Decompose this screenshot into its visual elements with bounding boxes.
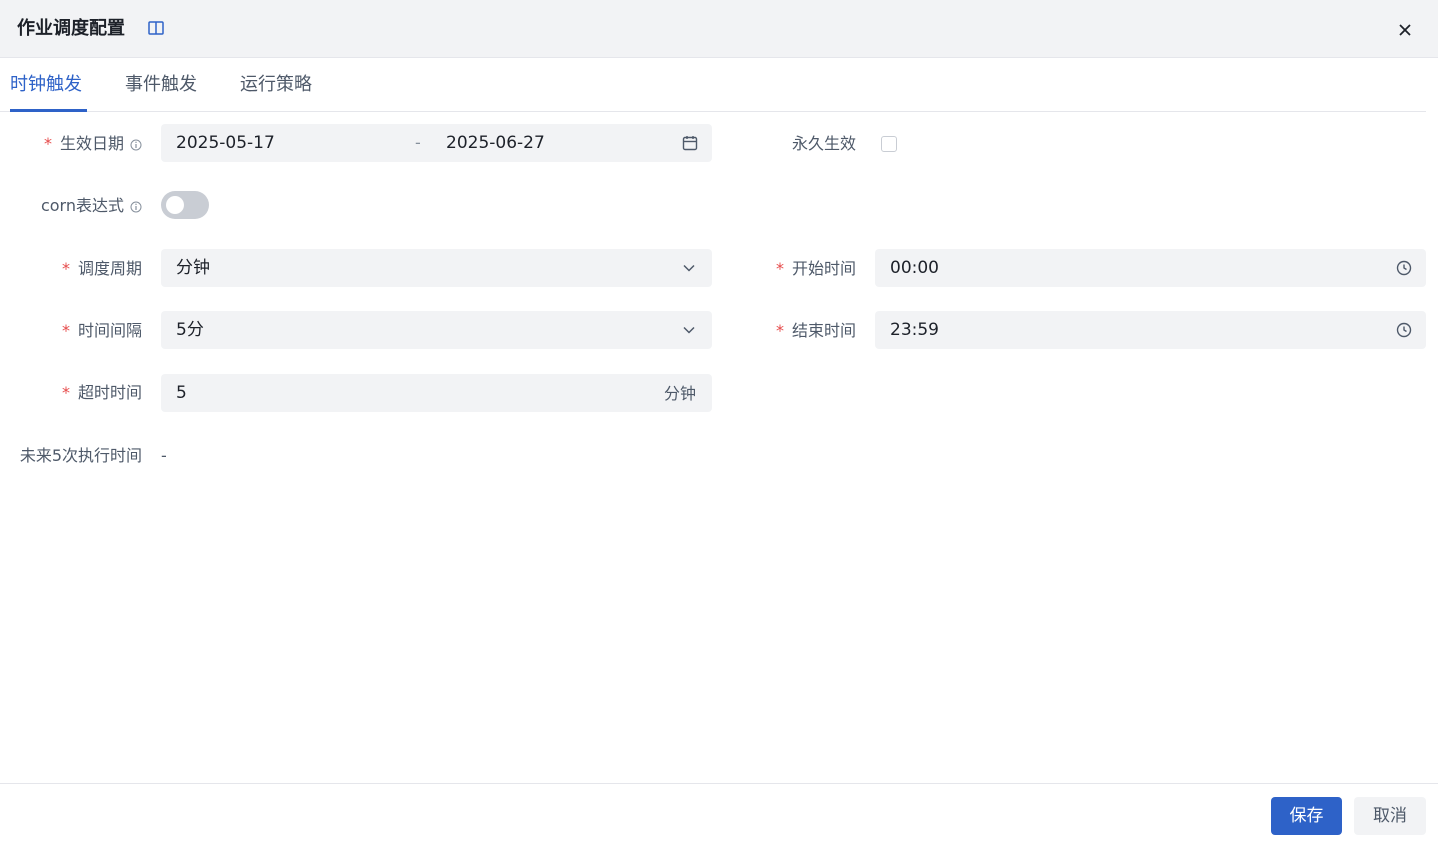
end-time-picker[interactable]: 23:59 (875, 311, 1426, 349)
tab-bar: 时钟触发 事件触发 运行策略 (0, 58, 1426, 112)
next-runs-value: - (161, 446, 167, 465)
cron-toggle[interactable] (161, 191, 209, 219)
timeout-input[interactable]: 5 分钟 (161, 374, 712, 412)
required-mark: * (61, 383, 70, 402)
calendar-icon[interactable] (681, 134, 699, 152)
tab-event-trigger[interactable]: 事件触发 (125, 73, 197, 97)
save-button[interactable]: 保存 (1271, 797, 1342, 835)
interval-label: * 时间间隔 (62, 320, 142, 342)
toggle-knob (166, 196, 184, 214)
start-time-value: 00:00 (890, 258, 939, 278)
close-icon[interactable] (1396, 21, 1414, 39)
end-time-value: 23:59 (890, 320, 939, 340)
start-date-value[interactable]: 2025-05-17 (176, 132, 275, 154)
clock-icon[interactable] (1395, 259, 1413, 277)
start-time-label-text: 开始时间 (791, 259, 856, 278)
effective-date-range-picker[interactable]: 2025-05-17 - 2025-06-27 (161, 124, 712, 162)
cycle-label-text: 调度周期 (77, 259, 142, 278)
required-mark: * (61, 259, 70, 278)
effective-date-label-text: 生效日期 (59, 134, 124, 153)
chevron-down-icon[interactable] (680, 321, 698, 339)
permanent-checkbox[interactable] (881, 136, 897, 152)
dialog-title: 作业调度配置 (17, 18, 125, 39)
dialog-footer: 保存 取消 (0, 783, 1438, 846)
timeout-value[interactable]: 5 (176, 382, 187, 404)
date-range-separator: - (415, 133, 421, 152)
clock-icon[interactable] (1395, 321, 1413, 339)
info-icon[interactable] (130, 201, 142, 213)
next-runs-label: 未来5次执行时间 (19, 446, 142, 465)
timeout-label-text: 超时时间 (77, 383, 142, 402)
end-time-label-text: 结束时间 (791, 321, 856, 340)
info-icon[interactable] (130, 139, 142, 151)
cycle-select-value: 分钟 (176, 258, 210, 278)
end-date-value[interactable]: 2025-06-27 (446, 132, 545, 154)
required-mark: * (61, 321, 70, 340)
start-time-picker[interactable]: 00:00 (875, 249, 1426, 287)
cancel-button[interactable]: 取消 (1354, 797, 1426, 835)
cron-label-text: corn表达式 (40, 196, 124, 215)
required-mark: * (43, 134, 52, 153)
effective-date-label: * 生效日期 (44, 133, 142, 155)
interval-label-text: 时间间隔 (77, 321, 142, 340)
required-mark: * (775, 259, 784, 278)
permanent-label: 永久生效 (791, 134, 856, 153)
book-icon[interactable] (147, 19, 165, 37)
interval-select[interactable]: 5分 (161, 311, 712, 349)
interval-select-value: 5分 (176, 320, 204, 340)
timeout-unit: 分钟 (663, 384, 696, 403)
tab-run-policy[interactable]: 运行策略 (240, 73, 312, 97)
schedule-config-dialog: 作业调度配置 时钟触发 事件触发 运行策略 * 生效日期 2025-05-17 -… (0, 0, 1438, 846)
start-time-label: * 开始时间 (776, 258, 856, 280)
cron-label: corn表达式 (41, 195, 142, 217)
required-mark: * (775, 321, 784, 340)
timeout-label: * 超时时间 (62, 382, 142, 404)
active-tab-indicator (10, 109, 87, 112)
cycle-label: * 调度周期 (62, 258, 142, 280)
chevron-down-icon[interactable] (680, 259, 698, 277)
end-time-label: * 结束时间 (776, 320, 856, 342)
cycle-select[interactable]: 分钟 (161, 249, 712, 287)
tab-clock-trigger[interactable]: 时钟触发 (10, 73, 82, 97)
dialog-header: 作业调度配置 (0, 0, 1438, 58)
